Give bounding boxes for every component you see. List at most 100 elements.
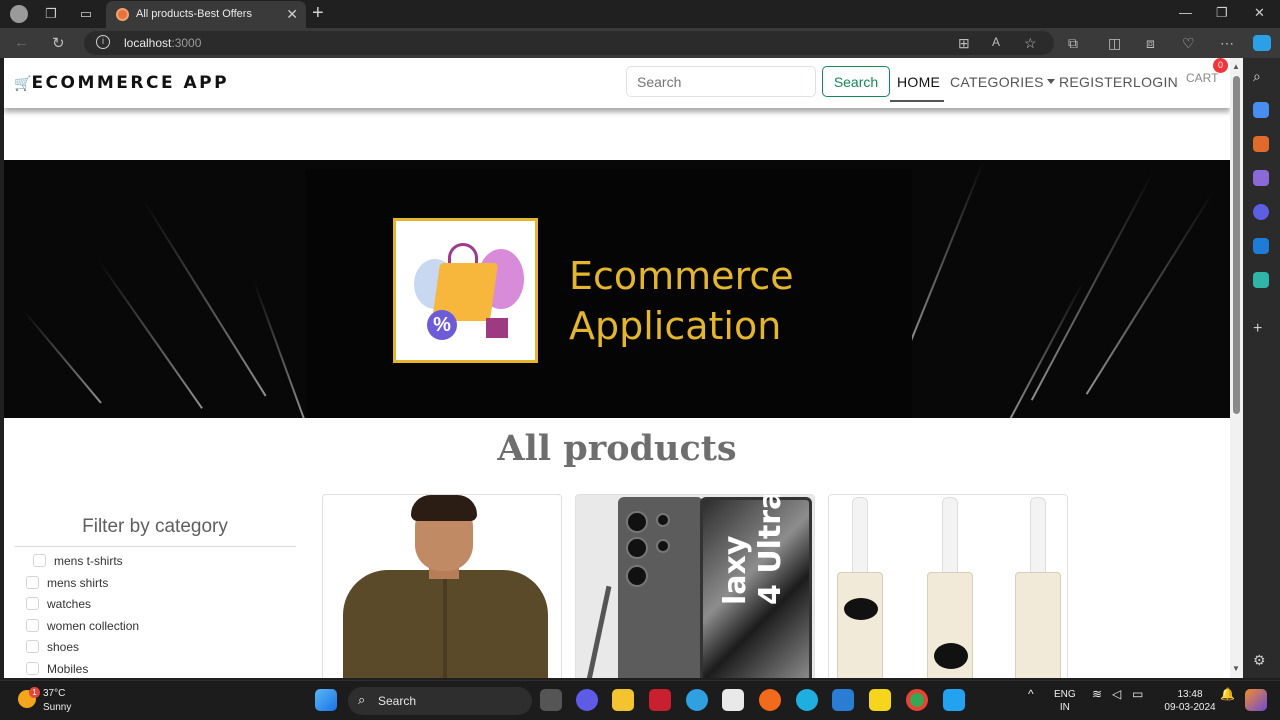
browser-essentials-icon[interactable]: ♡ (1182, 35, 1195, 52)
tab-favicon-icon (116, 8, 129, 21)
banner-title: Ecommerce Application (569, 254, 794, 348)
new-tab-icon[interactable]: + (312, 2, 324, 25)
workspaces-icon[interactable]: ❐ (42, 5, 60, 23)
url-text: localhost:3000 (124, 36, 202, 50)
search-icon: ⌕ (358, 692, 366, 707)
battery-icon[interactable]: ▭ (1132, 688, 1143, 701)
nav-login[interactable]: LOGIN (1133, 74, 1178, 90)
browser-tab-strip: ❐ ▭ All products-Best Offers ✕ + — ❐ ✕ (0, 0, 1280, 28)
vscode-icon[interactable] (943, 689, 965, 711)
wifi-icon[interactable]: ≋ (1092, 688, 1102, 701)
tools-icon[interactable] (1253, 136, 1269, 152)
temperature: 37°C (43, 688, 66, 699)
nav-home[interactable]: HOME (897, 74, 940, 90)
product-card[interactable] (828, 494, 1068, 678)
mcafee-icon[interactable] (649, 689, 671, 711)
browser-tab-active[interactable]: All products-Best Offers ✕ (106, 1, 306, 28)
phone-model-text: laxy 4 Ultra (718, 494, 788, 605)
dropdown-caret-icon (1046, 79, 1055, 84)
firefox-icon[interactable] (759, 689, 781, 711)
close-tab-icon[interactable]: ✕ (286, 6, 298, 23)
hero-banner: % Ecommerce Application (4, 160, 1230, 418)
page-scrollbar[interactable]: ▲ ▼ (1230, 58, 1243, 678)
clock[interactable]: 13:48 09-03-2024 (1160, 688, 1220, 714)
address-bar-row: ← ↻ i localhost:3000 ⊞ A ☆ ⧉ ◫ ⧈ ♡ ⋯ (0, 28, 1280, 58)
favorite-star-icon[interactable]: ☆ (1024, 35, 1037, 52)
url-field[interactable]: i localhost:3000 (84, 31, 1054, 55)
app-available-icon[interactable]: ⊞ (958, 35, 970, 52)
brand-logo[interactable]: 🛒ECOMMERCE APP (14, 73, 229, 93)
shopping-bag-logo: % (393, 218, 538, 363)
gift-icon (486, 318, 508, 338)
scroll-up-icon[interactable]: ▲ (1232, 62, 1240, 71)
app-navbar: 🛒ECOMMERCE APP Search HOME CATEGORIES RE… (4, 58, 1230, 108)
product-card[interactable]: laxy 4 Ultra (575, 494, 815, 678)
page-heading: All products (497, 428, 737, 469)
games-icon[interactable] (1253, 170, 1269, 186)
nav-register[interactable]: REGISTER (1059, 74, 1133, 90)
page-viewport: 🛒ECOMMERCE APP Search HOME CATEGORIES RE… (4, 58, 1243, 678)
restore-icon[interactable]: ❐ (1216, 5, 1228, 21)
profile-icon[interactable] (10, 5, 28, 23)
start-icon[interactable] (315, 689, 337, 711)
extensions-icon[interactable]: ⧉ (1068, 35, 1078, 52)
filter-checkbox-mens-tshirts[interactable]: mens t-shirts (33, 554, 123, 568)
chrome-icon[interactable] (906, 689, 928, 711)
microsoft365-icon[interactable] (1253, 204, 1269, 220)
discount-icon: % (427, 310, 457, 340)
banner-image: % Ecommerce Application (306, 169, 912, 418)
filter-heading: Filter by category (14, 516, 296, 547)
tab-title: All products-Best Offers (136, 8, 252, 20)
notification-icon[interactable]: 🔔 (1220, 688, 1235, 701)
store-icon[interactable] (722, 689, 744, 711)
show-hidden-icons-icon[interactable]: ^ (1028, 688, 1034, 701)
copilot-taskbar-icon[interactable] (1245, 689, 1267, 711)
edge-icon[interactable] (796, 689, 818, 711)
read-aloud-icon[interactable]: A (992, 35, 1000, 49)
help-icon[interactable] (686, 689, 708, 711)
filter-checkbox-mens-shirts[interactable]: mens shirts (26, 576, 108, 590)
scroll-down-icon[interactable]: ▼ (1232, 664, 1240, 673)
nav-cart[interactable]: CART (1186, 71, 1218, 85)
product-card[interactable] (322, 494, 562, 678)
weather-condition: Sunny (43, 702, 72, 713)
copilot-icon[interactable] (1253, 35, 1271, 51)
cart-logo-icon: 🛒 (14, 76, 32, 92)
drop-icon[interactable] (1253, 272, 1269, 288)
windows-taskbar: 1 37°C Sunny ⌕ Search ^ ENG IN ≋ ◁ ▭ 13:… (0, 680, 1280, 720)
todo-icon[interactable] (832, 689, 854, 711)
filter-checkbox-women-collection[interactable]: women collection (26, 619, 139, 633)
cart-count-badge: 0 (1213, 58, 1228, 73)
add-sidebar-app-icon[interactable]: + (1253, 320, 1269, 337)
volume-icon[interactable]: ◁ (1112, 688, 1121, 701)
minimize-icon[interactable]: — (1179, 5, 1192, 20)
language-indicator[interactable]: ENG IN (1054, 688, 1076, 714)
task-view-icon[interactable] (540, 689, 562, 711)
search-input[interactable] (626, 66, 816, 97)
tab-actions-icon[interactable]: ▭ (77, 5, 95, 23)
sidebar-settings-icon[interactable]: ⚙ (1253, 652, 1269, 668)
file-explorer-icon[interactable] (612, 689, 634, 711)
shopping-icon[interactable] (1253, 102, 1269, 118)
site-info-icon[interactable]: i (96, 35, 110, 49)
search-icon[interactable]: ⌕ (1253, 68, 1269, 84)
collections-icon[interactable]: ⧈ (1146, 35, 1155, 52)
refresh-icon[interactable]: ↻ (52, 34, 65, 52)
filter-checkbox-mobiles[interactable]: Mobiles (26, 662, 88, 676)
close-window-icon[interactable]: ✕ (1254, 5, 1265, 21)
outlook-icon[interactable] (1253, 238, 1269, 254)
nav-categories[interactable]: CATEGORIES (950, 74, 1055, 90)
scrollbar-thumb[interactable] (1233, 76, 1240, 414)
weather-badge: 1 (29, 687, 40, 698)
edge-sidebar: ⌕ + ⚙ (1243, 58, 1280, 678)
split-screen-icon[interactable]: ◫ (1108, 35, 1121, 52)
taskbar-search[interactable]: ⌕ Search (348, 687, 532, 715)
filter-checkbox-shoes[interactable]: shoes (26, 640, 79, 654)
filter-checkbox-watches[interactable]: watches (26, 597, 91, 611)
active-nav-underline (890, 100, 944, 102)
search-button[interactable]: Search (822, 66, 890, 97)
back-icon[interactable]: ← (14, 34, 29, 51)
meet-icon[interactable] (576, 689, 598, 711)
more-options-icon[interactable]: ⋯ (1220, 35, 1234, 52)
sticky-notes-icon[interactable] (869, 689, 891, 711)
